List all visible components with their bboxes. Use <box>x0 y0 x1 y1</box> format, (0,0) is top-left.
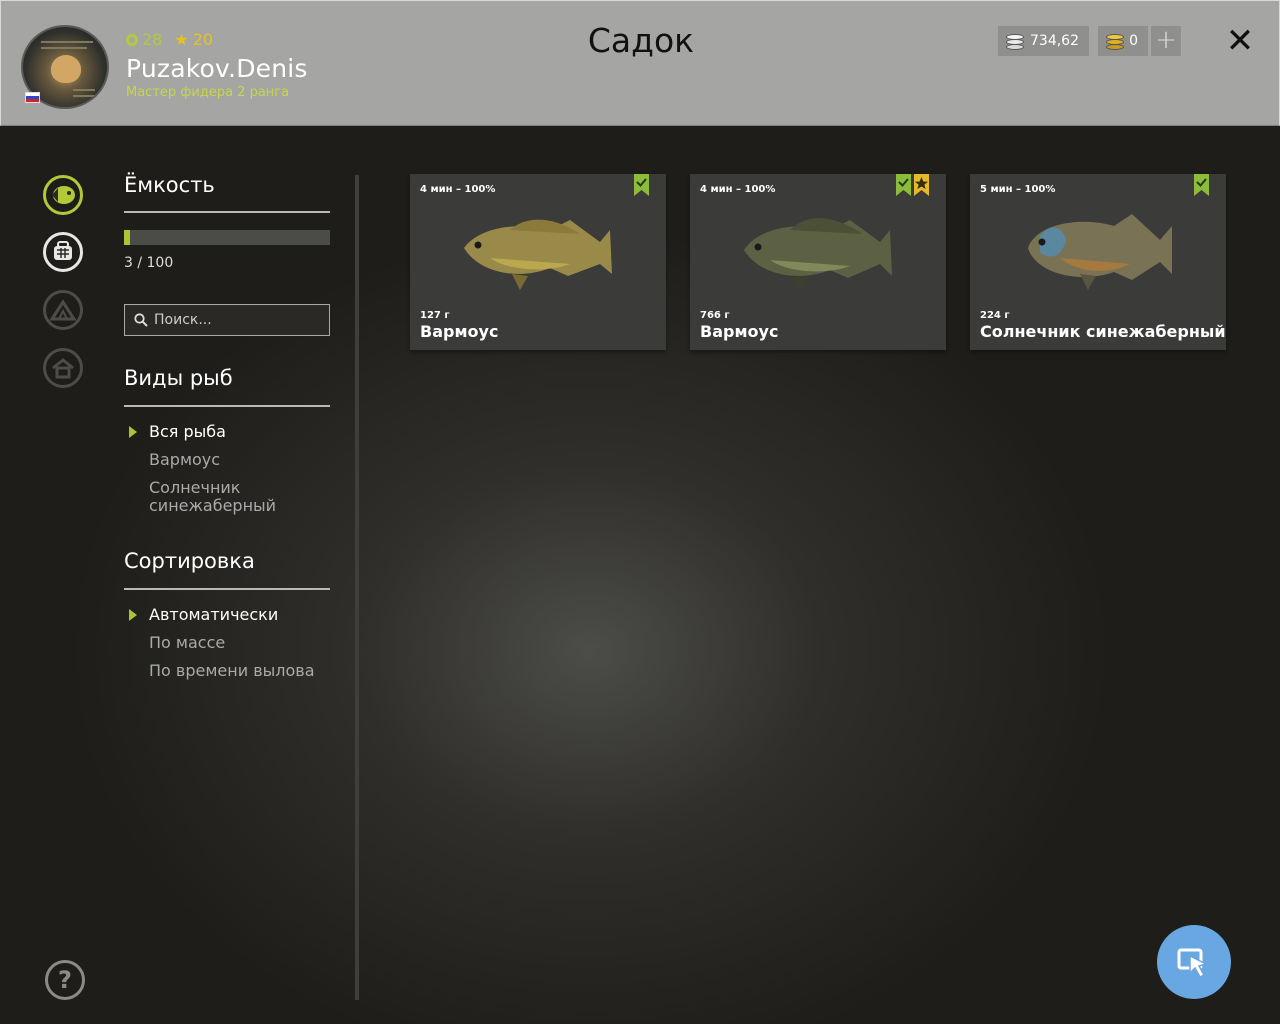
player-rank: Мастер фидера 2 ранга <box>126 85 290 100</box>
species-filter-warmouth[interactable]: Вармоус <box>149 451 220 469</box>
gold-coins-icon <box>1106 32 1124 50</box>
silver-coins-icon <box>1006 32 1024 50</box>
add-currency-button[interactable]: + <box>1151 26 1181 56</box>
question-mark-icon: ? <box>58 966 72 994</box>
fish-weight: 127 г <box>420 310 450 321</box>
fish-card[interactable]: 4 мин – 100% 766 г Вармоус <box>690 174 946 350</box>
search-icon <box>134 313 148 327</box>
capacity-divider <box>124 211 330 213</box>
selected-arrow-icon <box>129 426 137 438</box>
sort-title: Сортировка <box>124 549 255 573</box>
tent-icon[interactable] <box>43 290 83 330</box>
species-title: Виды рыб <box>124 366 233 390</box>
fish-time: 4 мин – 100% <box>420 184 496 195</box>
gold-value: 0 <box>1129 33 1138 49</box>
sort-by-weight[interactable]: По массе <box>149 634 225 652</box>
search-input[interactable]: Поиск... <box>124 304 330 336</box>
capacity-section: Ёмкость <box>124 173 330 197</box>
fish-name: Вармоус <box>700 322 779 341</box>
capacity-fill <box>124 230 131 245</box>
bookmark-star-icon <box>914 174 929 196</box>
fish-weight: 766 г <box>700 310 730 321</box>
species-section: Виды рыб <box>124 366 330 390</box>
fish-name: Вармоус <box>420 322 499 341</box>
silver-balance: 734,62 <box>998 26 1089 56</box>
russia-flag-icon <box>25 92 40 103</box>
silver-value: 734,62 <box>1030 33 1079 49</box>
fish-icon[interactable] <box>43 175 83 215</box>
warmouth-fish-image <box>464 219 612 290</box>
sort-by-time[interactable]: По времени вылова <box>149 662 315 680</box>
fish-card[interactable]: 4 мин – 100% 127 г Вармоус <box>410 174 666 350</box>
selected-arrow-icon <box>129 609 137 621</box>
search-placeholder: Поиск... <box>154 312 212 328</box>
cursor-mode-button[interactable] <box>1157 925 1231 999</box>
species-divider <box>124 405 330 407</box>
species-filter-bluegill[interactable]: Солнечник синежаберный <box>149 479 289 515</box>
help-button[interactable]: ? <box>45 960 85 1000</box>
home-icon[interactable] <box>43 348 83 388</box>
species-filter-all[interactable]: Вся рыба <box>149 423 226 441</box>
bluegill-fish-image <box>1028 214 1172 290</box>
sort-auto[interactable]: Автоматически <box>149 606 278 624</box>
panel-divider <box>355 175 359 1000</box>
fish-time: 4 мин – 100% <box>700 184 776 195</box>
fish-card[interactable]: 5 мин – 100% 224 г Солнечник синежаберны… <box>970 174 1226 350</box>
cursor-icon <box>1177 948 1209 978</box>
sort-divider <box>124 588 330 590</box>
close-button[interactable]: ✕ <box>1224 23 1256 59</box>
bookmark-green-icon <box>896 174 911 196</box>
fish-weight: 224 г <box>980 310 1010 321</box>
bookmark-green-icon <box>1194 174 1209 196</box>
header-bar: 28 ★ 20 Puzakov.Denis Мастер фидера 2 ра… <box>0 0 1280 126</box>
capacity-text: 3 / 100 <box>124 255 174 271</box>
capacity-title: Ёмкость <box>124 173 215 197</box>
fish-time: 5 мин – 100% <box>980 184 1056 195</box>
sort-section: Сортировка <box>124 549 330 573</box>
keepnet-icon[interactable] <box>43 232 83 272</box>
capacity-bar <box>124 230 330 245</box>
warmouth-fish-image <box>744 218 892 292</box>
gold-balance: 0 <box>1098 26 1148 56</box>
bookmark-green-icon <box>634 174 649 196</box>
fish-name: Солнечник синежаберный <box>980 322 1226 341</box>
